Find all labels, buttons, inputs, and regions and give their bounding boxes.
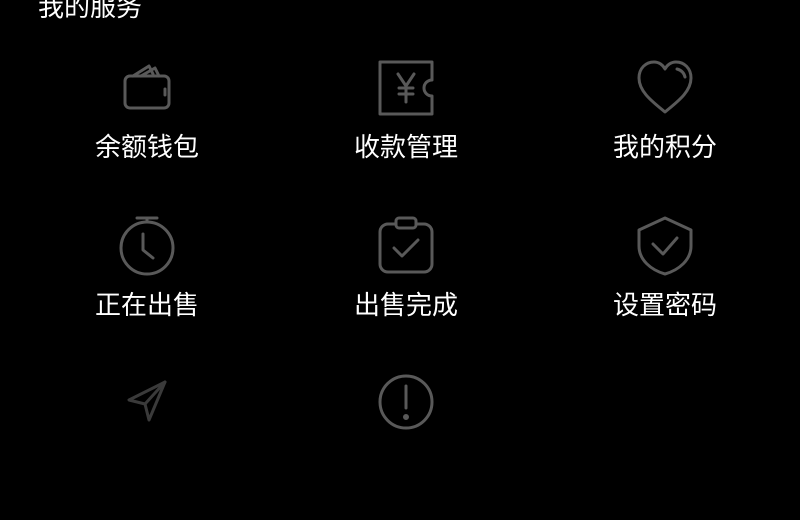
clipboard-check-icon [374, 214, 438, 278]
service-payment-management[interactable]: 收款管理 [306, 56, 506, 206]
service-label: 余额钱包 [94, 133, 199, 163]
alert-circle-icon [374, 370, 438, 434]
service-label: 设置密码 [612, 291, 717, 321]
stopwatch-icon [115, 214, 179, 278]
send-icon [115, 370, 179, 434]
services-grid: 余额钱包 收款管理 我的积分 正在出售 出售完成 设置密码 [0, 0, 800, 450]
service-on-sale[interactable]: 正在出售 [47, 214, 247, 364]
service-label: 收款管理 [353, 133, 458, 163]
service-set-password[interactable]: 设置密码 [565, 214, 765, 364]
service-alert[interactable] [306, 370, 506, 520]
service-sale-completed[interactable]: 出售完成 [306, 214, 506, 364]
service-label: 正在出售 [94, 291, 199, 321]
yen-ticket-icon [374, 56, 438, 120]
service-my-points[interactable]: 我的积分 [565, 56, 765, 206]
heart-icon [633, 56, 697, 120]
service-label: 出售完成 [353, 291, 458, 321]
shield-check-icon [633, 214, 697, 278]
service-label: 我的积分 [612, 133, 717, 163]
service-send[interactable] [47, 370, 247, 520]
service-balance-wallet[interactable]: 余额钱包 [47, 56, 247, 206]
wallet-icon [115, 56, 179, 120]
